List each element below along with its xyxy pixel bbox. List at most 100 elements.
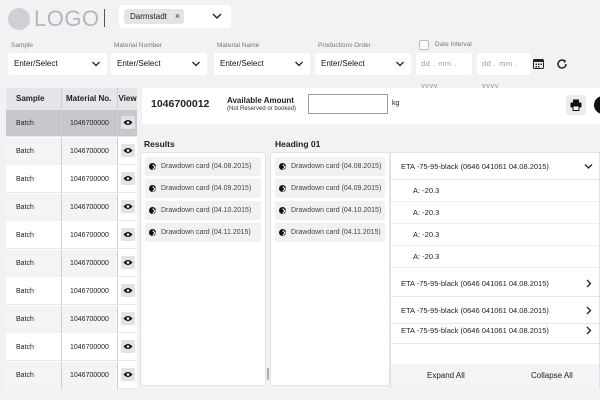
chevron-down-icon bbox=[92, 61, 100, 67]
cell-material: 1046700000 bbox=[61, 166, 118, 193]
view-button[interactable] bbox=[121, 256, 135, 269]
list-item[interactable]: Drawdown card (04.11.2015) bbox=[275, 223, 385, 242]
header-material[interactable]: Material No. bbox=[61, 88, 118, 110]
view-button[interactable] bbox=[121, 340, 135, 353]
table-row[interactable]: Batch 1046700000 bbox=[6, 278, 137, 305]
cell-view bbox=[118, 166, 137, 193]
cell-sample: Batch bbox=[16, 120, 34, 127]
detail-header: 1046700012 Available Amount (Not Reserve… bbox=[142, 88, 600, 124]
list-item[interactable]: Drawdown card (04.10.2015) bbox=[145, 201, 261, 220]
check-circle-icon bbox=[279, 229, 286, 236]
chevron-down-icon bbox=[396, 61, 404, 67]
material-name-select[interactable]: Enter/Select bbox=[214, 53, 310, 75]
print-button[interactable] bbox=[566, 95, 586, 115]
cell-sample: Batch bbox=[16, 176, 34, 183]
available-amount-label: Available Amount bbox=[227, 96, 294, 105]
header-sample[interactable]: Sample bbox=[6, 88, 61, 110]
chevron-right-icon bbox=[586, 326, 592, 335]
table-row[interactable]: Batch 1046700000 bbox=[6, 138, 137, 165]
material-number-select[interactable]: Enter/Select bbox=[111, 53, 207, 75]
accordion-header[interactable]: ETA -75-95-black (0646 041061 04.08.2015… bbox=[391, 317, 600, 344]
view-button[interactable] bbox=[121, 200, 135, 213]
cell-sample: Batch bbox=[6, 362, 61, 389]
location-select[interactable]: Darmstadt × bbox=[119, 5, 231, 28]
sample-table: Sample Material No. View Batch 104670000… bbox=[6, 88, 137, 389]
measurement-accordion: ETA -75-95-black (0646 041061 04.08.2015… bbox=[390, 152, 600, 388]
accordion-header-expanded[interactable]: ETA -75-95-black (0646 041061 04.08.2015… bbox=[391, 153, 600, 180]
view-button[interactable] bbox=[121, 284, 135, 297]
date-interval-checkbox[interactable] bbox=[419, 40, 429, 50]
cell-material: 1046700000 bbox=[61, 362, 118, 389]
accordion-header[interactable]: ETA -75-95-black (0646 041061 04.08.2015… bbox=[391, 270, 600, 297]
cell-view bbox=[118, 194, 137, 221]
date-from-field[interactable]: dd . mm . yyyy bbox=[416, 53, 472, 90]
date-to-field[interactable]: dd . mm . yyyy bbox=[477, 53, 531, 90]
list-item[interactable]: Drawdown card (04.08.2015) bbox=[145, 157, 261, 176]
accordion-title: ETA -75-95-black (0646 041061 04.08.2015… bbox=[401, 162, 549, 171]
app-header: LOGO Darmstadt × bbox=[0, 0, 600, 36]
list-item-label: Drawdown card (04.09.2015) bbox=[161, 185, 252, 192]
cell-material: 1046700000 bbox=[61, 222, 118, 249]
table-row[interactable]: Batch 1046700000 bbox=[6, 110, 137, 137]
expand-all-button[interactable]: Expand All bbox=[427, 371, 465, 380]
cell-sample: Batch bbox=[16, 232, 34, 239]
eye-icon bbox=[123, 344, 133, 349]
productions-order-select[interactable]: Enter/Select bbox=[315, 53, 411, 75]
productions-order-select-value: Enter/Select bbox=[321, 59, 365, 68]
view-button[interactable] bbox=[121, 172, 135, 185]
list-item-label: Drawdown card (04.08.2015) bbox=[161, 163, 252, 170]
collapse-all-button[interactable]: Collapse All bbox=[531, 371, 573, 380]
check-circle-icon bbox=[149, 207, 156, 214]
accordion-sub-item: A: -20.3 bbox=[391, 180, 600, 202]
eye-icon bbox=[123, 176, 133, 181]
accordion-sub-item: A: -20.3 bbox=[391, 202, 600, 224]
refresh-icon[interactable] bbox=[556, 58, 568, 70]
accordion-sub-item: A: -20.3 bbox=[391, 224, 600, 246]
list-item[interactable]: Drawdown card (04.11.2015) bbox=[145, 223, 261, 242]
filter-productions-order-label: Productions Order bbox=[318, 42, 371, 49]
table-row[interactable]: Batch 1046700000 bbox=[6, 166, 137, 193]
view-button[interactable] bbox=[121, 116, 135, 129]
view-button[interactable] bbox=[121, 144, 135, 157]
table-row[interactable]: Batch 1046700000 bbox=[6, 334, 137, 361]
chevron-right-icon bbox=[586, 306, 592, 315]
list-item[interactable]: Drawdown card (04.09.2015) bbox=[275, 179, 385, 198]
list-item-label: Drawdown card (04.09.2015) bbox=[291, 185, 382, 192]
column-resize-handle[interactable] bbox=[267, 368, 269, 380]
list-item[interactable]: Drawdown card (04.10.2015) bbox=[275, 201, 385, 220]
accordion-title: ETA -75-95-black (0646 041061 04.08.2015… bbox=[401, 326, 549, 335]
unit-label: kg bbox=[392, 100, 400, 107]
table-row[interactable]: Batch 1046700000 bbox=[6, 250, 137, 277]
list-item[interactable]: Drawdown card (04.09.2015) bbox=[145, 179, 261, 198]
calendar-icon[interactable] bbox=[533, 58, 544, 69]
location-chip-label: Darmstadt bbox=[130, 12, 167, 21]
cell-sample: Batch bbox=[6, 306, 61, 333]
eye-icon bbox=[123, 120, 133, 125]
cell-material: 1046700000 bbox=[61, 278, 118, 305]
accordion-sub-item: A: -20.3 bbox=[391, 246, 600, 268]
view-button[interactable] bbox=[121, 228, 135, 241]
filter-sample-label: Sample bbox=[11, 42, 34, 49]
cell-material: 1046700000 bbox=[61, 306, 118, 333]
amount-input[interactable] bbox=[308, 94, 388, 114]
chip-remove-icon[interactable]: × bbox=[175, 9, 180, 24]
cell-sample: Batch bbox=[16, 288, 34, 295]
cell-view bbox=[118, 138, 137, 165]
chevron-down-icon[interactable] bbox=[211, 10, 223, 22]
check-circle-icon bbox=[279, 163, 286, 170]
eye-icon bbox=[123, 288, 133, 293]
cell-view bbox=[118, 278, 137, 305]
table-row[interactable]: Batch 1046700000 bbox=[6, 194, 137, 221]
sample-select[interactable]: Enter/Select bbox=[8, 53, 107, 75]
cell-material: 1046700000 bbox=[61, 110, 118, 137]
printer-icon bbox=[570, 99, 582, 111]
header-view: View bbox=[118, 88, 137, 110]
cell-sample: Batch bbox=[16, 344, 34, 351]
view-button[interactable] bbox=[121, 368, 135, 381]
options-button[interactable] bbox=[594, 96, 600, 114]
table-row[interactable]: Batch 1046700000 bbox=[6, 362, 137, 389]
table-row[interactable]: Batch 1046700000 bbox=[6, 222, 137, 249]
list-item[interactable]: Drawdown card (04.08.2015) bbox=[275, 157, 385, 176]
view-button[interactable] bbox=[121, 312, 135, 325]
table-row[interactable]: Batch 1046700000 bbox=[6, 306, 137, 333]
